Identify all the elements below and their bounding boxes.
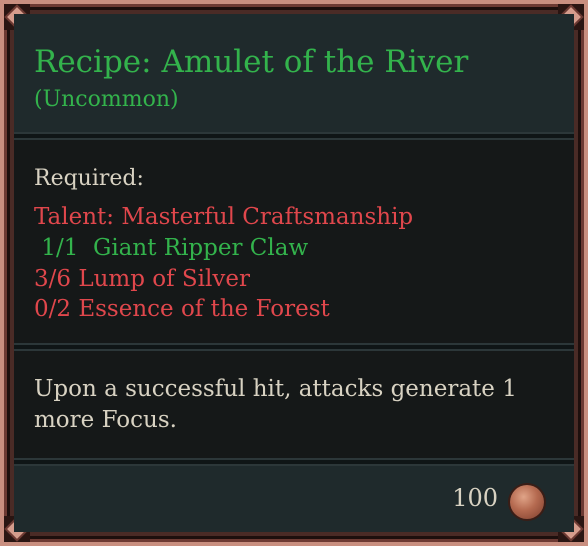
requirement-essence-of-the-forest: 0/2 Essence of the Forest [34, 296, 330, 322]
rarity-label: (Uncommon) [34, 87, 179, 112]
divider [14, 458, 574, 466]
copper-coin-icon [510, 485, 544, 519]
requirement-lump-of-silver: 3/6 Lump of Silver [34, 266, 250, 292]
divider [14, 132, 574, 140]
requirement-talent: Talent: Masterful Craftsmanship [34, 204, 414, 230]
required-label: Required: [34, 166, 144, 191]
effect-description: Upon a successful hit, attacks generate … [34, 376, 517, 433]
requirement-giant-ripper-claw: 1/1 Giant Ripper Claw [34, 235, 309, 261]
cost-value: 100 [452, 484, 498, 512]
recipe-title: Recipe: Amulet of the River [34, 44, 469, 80]
divider [14, 343, 574, 351]
